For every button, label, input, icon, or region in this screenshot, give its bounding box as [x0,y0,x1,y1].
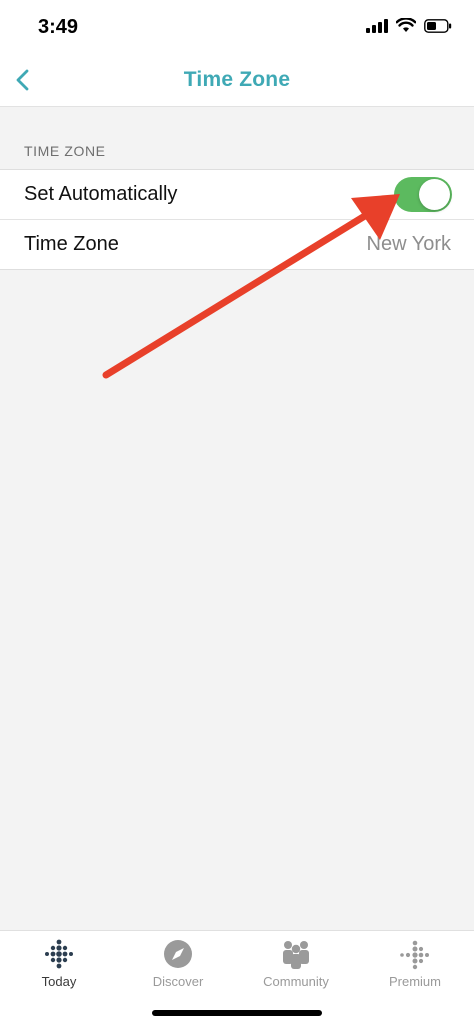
time-zone-value: New York [366,233,452,255]
set-automatically-row: Set Automatically [0,170,474,219]
people-icon [283,941,309,969]
toggle-knob [419,179,450,210]
tab-label: Community [263,974,329,989]
tab-label: Today [41,974,77,989]
page-title: Time Zone [183,68,291,91]
tab-label: Premium [388,974,441,989]
set-automatically-label: Set Automatically [24,183,178,205]
tab-community[interactable]: Community [237,937,355,997]
tab-today[interactable]: Today [0,937,118,997]
section-header: TIME ZONE [24,143,106,159]
set-automatically-toggle[interactable] [394,177,452,212]
tab-label: Discover [152,974,204,989]
premium-dots-icon [400,940,429,970]
battery-icon [424,18,452,33]
tab-discover[interactable]: Discover [119,937,237,997]
navigation-bar: Time Zone [0,56,474,107]
status-bar: 3:49 [0,0,474,56]
time-zone-row[interactable]: Time Zone New York [0,219,474,269]
status-time: 3:49 [38,16,79,38]
status-icons [366,18,452,33]
home-indicator [152,1010,322,1016]
cellular-signal-icon [366,18,388,33]
tab-premium[interactable]: Premium [356,937,474,997]
time-zone-label: Time Zone [24,233,119,255]
settings-group: Set Automatically Time Zone New York [0,169,474,270]
compass-icon [164,940,192,968]
wifi-icon [396,18,416,32]
fitbit-dots-icon [45,939,73,969]
